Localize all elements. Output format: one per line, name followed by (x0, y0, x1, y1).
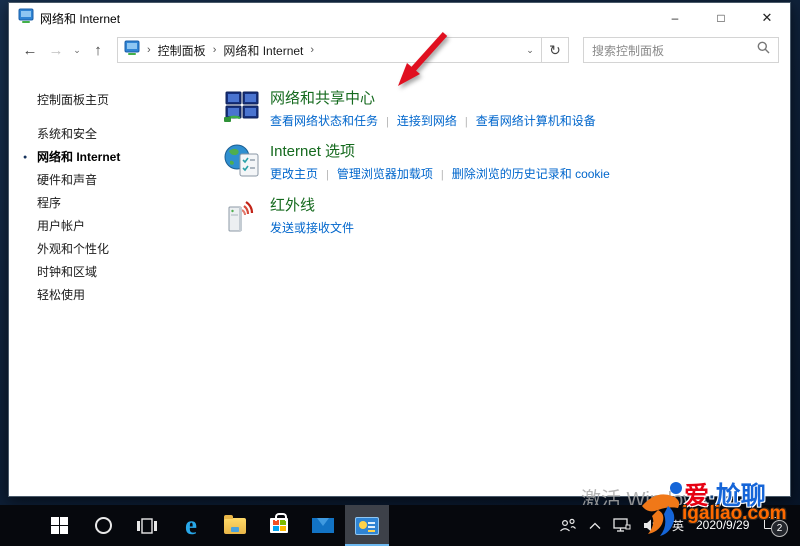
address-dropdown-icon[interactable]: ⌄ (519, 38, 541, 62)
breadcrumb-separator: › (147, 44, 151, 56)
sidebar-item-programs[interactable]: 程序 (37, 192, 224, 215)
control-panel-icon (355, 516, 379, 535)
breadcrumb-network-internet[interactable]: 网络和 Internet (219, 42, 307, 59)
search-icon[interactable] (757, 41, 770, 59)
sidebar-item-hardware-sound[interactable]: 硬件和声音 (37, 169, 224, 192)
breadcrumb-separator: › (310, 44, 315, 56)
internet-options-icon (224, 142, 262, 183)
up-button[interactable]: ↑ (85, 42, 111, 59)
sidebar-item-clock-region[interactable]: 时钟和区域 (37, 261, 224, 284)
people-button[interactable] (553, 518, 583, 534)
infrared-icon (224, 196, 262, 239)
section-title[interactable]: 红外线 (270, 196, 354, 216)
sidebar-item-user-accounts[interactable]: 用户帐户 (37, 215, 224, 238)
link-change-homepage[interactable]: 更改主页 (270, 167, 318, 181)
link-view-network-computers[interactable]: 查看网络计算机和设备 (476, 114, 596, 128)
window-title: 网络和 Internet (40, 11, 121, 26)
red-annotation-arrow (385, 22, 455, 102)
link-manage-addons[interactable]: 管理浏览器加载项 (337, 167, 433, 181)
network-tray-button[interactable] (607, 518, 637, 533)
start-button[interactable] (37, 505, 81, 546)
task-view-button[interactable] (125, 505, 169, 546)
sidebar-item-ease-of-access[interactable]: 轻松使用 (37, 284, 224, 307)
chevron-up-icon (589, 522, 601, 529)
refresh-button[interactable]: ↻ (542, 38, 568, 62)
link-view-network-status[interactable]: 查看网络状态和任务 (270, 114, 378, 128)
store-icon (270, 513, 288, 533)
mail-icon (312, 518, 334, 533)
section-title[interactable]: Internet 选项 (270, 142, 610, 162)
people-icon (560, 518, 576, 531)
file-explorer-button[interactable] (213, 505, 257, 546)
address-bar[interactable]: › 控制面板 › 网络和 Internet › ⌄ ↻ (117, 37, 569, 63)
recent-pages-dropdown-icon[interactable]: ⌄ (69, 45, 85, 56)
close-button[interactable]: ✕ (744, 3, 790, 33)
mail-button[interactable] (301, 505, 345, 546)
search-input[interactable]: 搜索控制面板 (583, 37, 779, 63)
link-connect-to-network[interactable]: 连接到网络 (397, 114, 457, 128)
file-explorer-icon (224, 514, 246, 534)
sidebar-item-system-security[interactable]: 系统和安全 (37, 123, 224, 146)
search-placeholder: 搜索控制面板 (592, 43, 665, 58)
control-panel-icon (18, 8, 34, 29)
sidebar-item-home[interactable]: 控制面板主页 (37, 89, 224, 112)
network-icon (613, 518, 631, 532)
breadcrumb-separator: › (212, 44, 217, 56)
link-send-receive-files[interactable]: 发送或接收文件 (270, 221, 354, 235)
back-button[interactable]: ← (17, 42, 43, 59)
tray-expand-button[interactable] (583, 522, 607, 530)
task-view-icon (137, 517, 157, 534)
windows-logo-icon (50, 517, 68, 534)
control-panel-taskbar-button[interactable] (345, 505, 389, 546)
breadcrumb-control-panel[interactable]: 控制面板 (154, 42, 210, 59)
edge-icon: e (185, 510, 197, 540)
sidebar-item-network-internet[interactable]: ● 网络和 Internet (23, 146, 224, 169)
edge-button[interactable]: e (169, 505, 213, 546)
network-sharing-center-icon (224, 89, 262, 129)
store-button[interactable] (257, 505, 301, 546)
link-delete-history-cookies[interactable]: 删除浏览的历史记录和 cookie (452, 167, 610, 181)
maximize-button[interactable]: □ (698, 3, 744, 33)
main-content: 网络和共享中心 查看网络状态和任务 | 连接到网络 | 查看网络计算机和设备 I… (224, 67, 790, 496)
section-network-sharing: 网络和共享中心 查看网络状态和任务 | 连接到网络 | 查看网络计算机和设备 (224, 89, 790, 129)
site-watermark: 爱·尬聊 igaliao.com (638, 476, 800, 542)
section-internet-options: Internet 选项 更改主页 | 管理浏览器加载项 | 删除浏览的历史记录和 coo… (224, 142, 790, 183)
control-panel-icon (124, 40, 140, 61)
sidebar: 控制面板主页 系统和安全 ● 网络和 Internet 硬件和声音 程序 用户帐… (9, 67, 224, 496)
section-infrared: 红外线 发送或接收文件 (224, 196, 790, 239)
cortana-button[interactable] (81, 505, 125, 546)
sidebar-item-appearance[interactable]: 外观和个性化 (37, 238, 224, 261)
site-url-text: igaliao.com (682, 503, 787, 524)
minimize-button[interactable]: – (652, 3, 698, 33)
cortana-icon (94, 517, 112, 534)
forward-button[interactable]: → (43, 42, 69, 59)
active-bullet-icon: ● (23, 154, 28, 161)
